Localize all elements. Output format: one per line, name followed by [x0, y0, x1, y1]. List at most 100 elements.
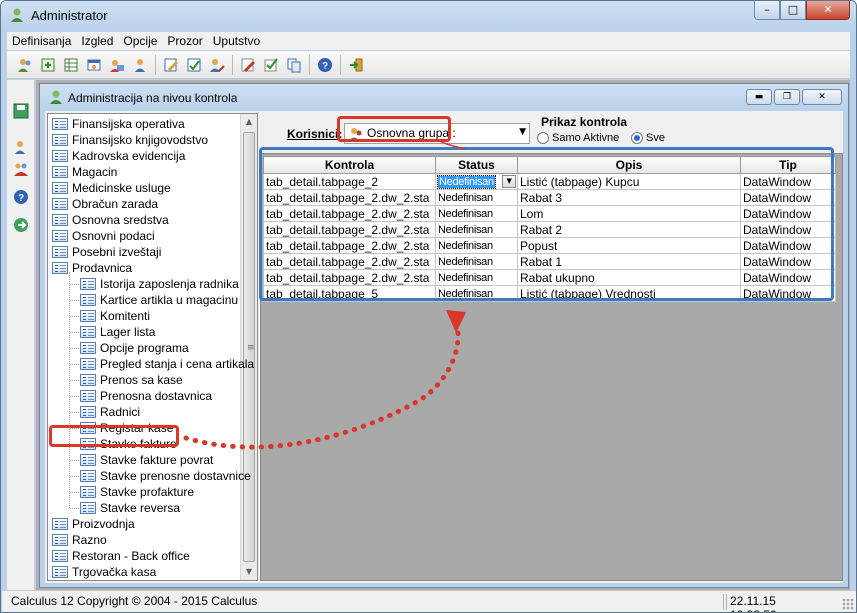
tree-connector	[70, 412, 79, 413]
tree-item-label: Prenosna dostavnica	[100, 389, 213, 403]
tree-item[interactable]: Kadrovska evidencija	[52, 148, 185, 164]
list-node-icon	[80, 358, 96, 370]
tree-scrollbar[interactable]: ▲ ≡ ▼	[240, 114, 257, 580]
list-node-icon	[80, 342, 96, 354]
chevron-down-icon[interactable]: ▼	[519, 127, 526, 137]
new-record-icon[interactable]	[38, 55, 58, 75]
window-icon[interactable]	[84, 55, 104, 75]
child-restore-button[interactable]: ❐	[774, 89, 800, 105]
child-window-title: Administracija na nivou kontrola	[68, 91, 238, 105]
list-node-icon	[52, 550, 68, 562]
tree-connector	[70, 492, 79, 493]
menu-prozor[interactable]: Prozor	[162, 34, 207, 48]
tree-item[interactable]: Medicinske usluge	[52, 180, 171, 196]
copy-icon[interactable]	[284, 55, 304, 75]
tree-item[interactable]: Finansijska operativa	[52, 116, 185, 132]
tree-item-label: Trgovačka kasa	[72, 565, 157, 579]
tree-subitem[interactable]: Lager lista	[80, 324, 155, 340]
minimize-button[interactable]: –	[754, 1, 780, 20]
radio-checked-icon[interactable]	[631, 132, 643, 144]
tree-subitem[interactable]: Istorija zaposlenja radnika	[80, 276, 239, 292]
menu-definisanja[interactable]: Definisanja	[7, 34, 76, 48]
go-icon[interactable]	[12, 216, 30, 234]
help-icon[interactable]: ?	[315, 55, 335, 75]
list-node-icon	[52, 198, 68, 210]
tree-item-label: Osnovna sredstva	[72, 213, 169, 227]
menu-izgled[interactable]: Izgled	[76, 34, 118, 48]
tree-item[interactable]: Proizvodnja	[52, 516, 135, 532]
tree-item[interactable]: Osnovni podaci	[52, 228, 155, 244]
tree-subitem[interactable]: Prenos sa kase	[80, 372, 183, 388]
tree-item-label: Restoran - Back office	[72, 549, 190, 563]
tree-item[interactable]: Trgovačka kasa	[52, 564, 156, 580]
group-icon[interactable]	[12, 160, 30, 178]
edit-user-icon[interactable]	[12, 138, 30, 156]
datetime-text: 22.11.15 12:38:50	[726, 594, 826, 612]
tree-subitem[interactable]: Prenosna dostavnica	[80, 388, 212, 404]
child-minimize-button[interactable]: ▬	[746, 89, 772, 105]
scroll-down-icon[interactable]: ▼	[241, 564, 257, 580]
edit-icon[interactable]	[161, 55, 181, 75]
highlight-korisnici	[337, 116, 451, 142]
tree-item[interactable]: Magacin	[52, 164, 117, 180]
tree-item[interactable]: Obračun zarada	[52, 196, 158, 212]
list-node-icon	[52, 566, 68, 578]
close-button[interactable]: ✕	[806, 1, 850, 20]
main-window: Administrator – □ ✕ Definisanja Izgled O…	[0, 0, 857, 613]
tree-subitem[interactable]: Opcije programa	[80, 340, 189, 356]
tree-connector	[70, 364, 79, 365]
tree-item-label: Kadrovska evidencija	[72, 149, 186, 163]
radio-label: Sve	[646, 132, 665, 144]
tree-item-label: Lager lista	[100, 325, 156, 339]
tree-subitem[interactable]: Kartice artikla u magacinu	[80, 292, 238, 308]
tree-connector	[70, 460, 79, 461]
menu-uputstvo[interactable]: Uputstvo	[208, 34, 265, 48]
tree-subitem[interactable]: Stavke fakture povrat	[80, 452, 213, 468]
scroll-thumb[interactable]: ≡	[243, 132, 255, 562]
resize-grip-icon[interactable]	[842, 598, 854, 610]
tree-item-label: Razno	[72, 533, 107, 547]
tree-subitem[interactable]: Komitenti	[80, 308, 150, 324]
child-window-icon	[50, 90, 62, 104]
save-icon[interactable]	[12, 102, 30, 120]
tree-item[interactable]: Finansijsko knjigovodstvo	[52, 132, 208, 148]
tree-item-label: Osnovni podaci	[72, 229, 155, 243]
check-edit-icon[interactable]	[261, 55, 281, 75]
tree-item[interactable]: Restoran - Back office	[52, 548, 190, 564]
radio-samo-aktivne[interactable]: Samo Aktivne	[537, 132, 619, 144]
tree-subitem[interactable]: Pregled stanja i cena artikala	[80, 356, 254, 372]
tree-item[interactable]: Prodavnica	[52, 260, 132, 276]
tree-subitem[interactable]: Radnici	[80, 404, 140, 420]
tree-item-label: Prodavnica	[72, 261, 133, 275]
tree-subitem[interactable]: Stavke reversa	[80, 500, 180, 516]
tree-item-label: Proizvodnja	[72, 517, 135, 531]
menu-opcije[interactable]: Opcije	[118, 34, 162, 48]
tree-item-label: Istorija zaposlenja radnika	[100, 277, 239, 291]
person-icon[interactable]	[130, 55, 150, 75]
korisnici-label: Korisnici:	[287, 127, 343, 141]
grid-icon[interactable]	[61, 55, 81, 75]
user-card-icon[interactable]	[107, 55, 127, 75]
tree-panel[interactable]: ▲ ≡ ▼ Finansijska operativa Finansijsko k…	[47, 113, 258, 581]
tree-connector	[70, 396, 79, 397]
maximize-button[interactable]: □	[780, 1, 806, 20]
pencil-icon[interactable]	[238, 55, 258, 75]
exit-icon[interactable]	[346, 55, 366, 75]
tree-subitem[interactable]: Stavke prenosne dostavnice	[80, 468, 251, 484]
scroll-up-icon[interactable]: ▲	[241, 114, 257, 130]
child-close-button[interactable]: ✕	[802, 89, 842, 105]
tree-subitem[interactable]: Stavke profakture	[80, 484, 194, 500]
copyright-text: Calculus 12 Copyright © 2004 - 2015 Calc…	[8, 594, 724, 610]
tree-item[interactable]: Razno	[52, 532, 107, 548]
radio-circle-icon[interactable]	[537, 132, 549, 144]
title-bar: Administrator – □ ✕	[1, 1, 856, 31]
edit-grid-icon[interactable]	[184, 55, 204, 75]
tree-item[interactable]: Posebni izveštaji	[52, 244, 161, 260]
radio-sve[interactable]: Sve	[631, 132, 665, 144]
tree-item[interactable]: Osnovna sredstva	[52, 212, 169, 228]
list-node-icon	[80, 454, 96, 466]
list-node-icon	[80, 390, 96, 402]
help-circle-icon[interactable]: ?	[12, 188, 30, 206]
user-edit-icon[interactable]	[207, 55, 227, 75]
users-icon[interactable]	[15, 55, 35, 75]
